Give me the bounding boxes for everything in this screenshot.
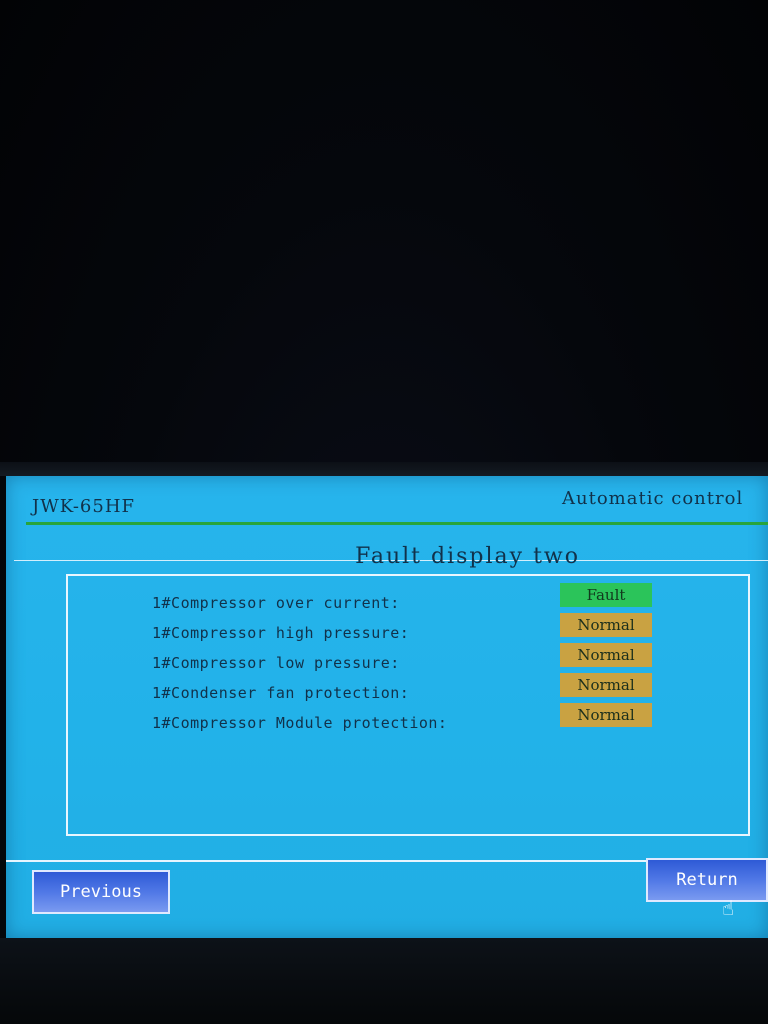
previous-button[interactable]: Previous [32, 870, 170, 914]
monitor-bezel-top [0, 462, 768, 476]
hmi-screen: JWK-65HF Automatic control Fault display… [6, 476, 768, 938]
fault-label-module-protection: 1#Compressor Module protection: [152, 714, 448, 732]
fault-status-low-pressure: Normal [560, 643, 652, 667]
fault-label-low-pressure: 1#Compressor low pressure: [152, 654, 400, 672]
monitor-bezel-bottom [0, 938, 768, 1024]
header-divider [26, 522, 768, 525]
fault-status-high-pressure: Normal [560, 613, 652, 637]
fault-label-high-pressure: 1#Compressor high pressure: [152, 624, 410, 642]
control-mode: Automatic control [562, 488, 744, 509]
fault-status-condenser-fan: Normal [560, 673, 652, 697]
fault-label-over-current: 1#Compressor over current: [152, 594, 400, 612]
page-title: Fault display two [355, 544, 580, 569]
fault-label-condenser-fan: 1#Condenser fan protection: [152, 684, 410, 702]
fault-status-module-protection: Normal [560, 703, 652, 727]
hand-pointer-icon: ☝ [722, 896, 735, 920]
model-name: JWK-65HF [32, 496, 136, 517]
fault-status-over-current: Fault [560, 583, 652, 607]
return-button[interactable]: Return [646, 858, 768, 902]
